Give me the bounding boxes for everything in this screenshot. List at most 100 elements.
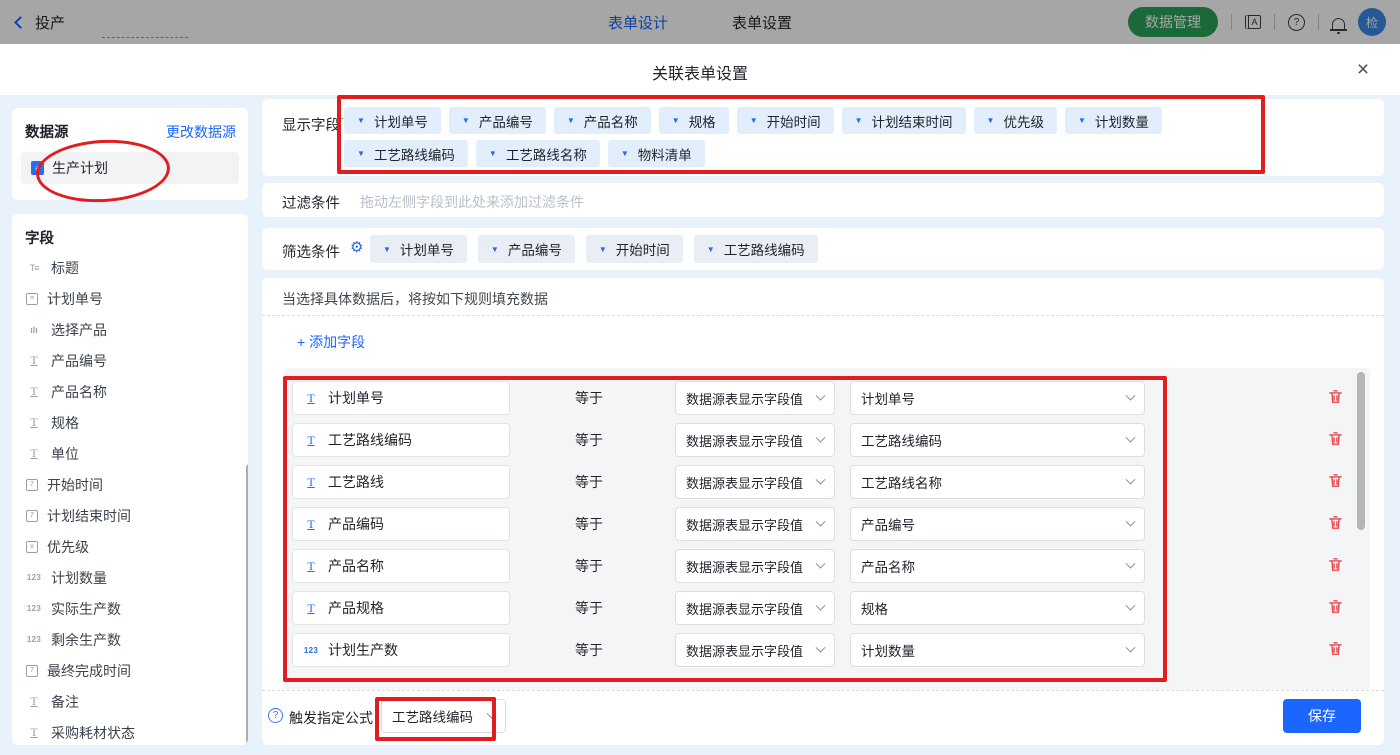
field-chip[interactable]: ▼ 计划结束时间 (841, 107, 966, 134)
field-chip[interactable]: ▼ 开始时间 (736, 107, 834, 134)
field-chip[interactable]: ▼ 计划单号 (370, 235, 467, 263)
rule-value-select[interactable]: 产品名称 (850, 549, 1145, 583)
screen-conditions-label: 筛选条件 (282, 245, 340, 261)
add-display-field-icon[interactable]: + (335, 111, 344, 129)
field-item[interactable]: T 规格 (12, 407, 248, 438)
field-chip[interactable]: ▼ 规格 (658, 107, 729, 134)
rule-source-select[interactable]: 数据源表显示字段值 (675, 381, 835, 415)
delete-rule-button[interactable] (1325, 556, 1345, 576)
delete-rule-button[interactable] (1325, 430, 1345, 450)
field-item[interactable]: 7 计划结束时间 (12, 500, 248, 531)
rule-value: 产品名称 (861, 560, 915, 575)
chip-dropdown-icon: ▼ (854, 116, 863, 125)
field-item[interactable]: T 产品名称 (12, 376, 248, 407)
trash-icon (1328, 600, 1342, 613)
field-chip[interactable]: ▼ 产品名称 (553, 107, 651, 134)
rule-value-select[interactable]: 产品编号 (850, 507, 1145, 541)
field-item[interactable]: T 单位 (12, 438, 248, 469)
field-chip[interactable]: ▼ 产品编号 (448, 107, 546, 134)
field-item-label: 计划单号 (47, 290, 103, 307)
rule-value-select[interactable]: 计划单号 (850, 381, 1145, 415)
fields-title: 字段 (25, 231, 54, 247)
rule-field-input[interactable]: T 产品编码 (292, 507, 510, 541)
add-field-link[interactable]: + 添加字段 (297, 332, 365, 352)
rule-field-input[interactable]: T 工艺路线 (292, 465, 510, 499)
trigger-formula-select[interactable]: 工艺路线编码 (381, 699, 506, 733)
field-item[interactable]: T 采购耗材状态 (12, 717, 248, 745)
rule-field-input[interactable]: T 产品规格 (292, 591, 510, 625)
field-chip[interactable]: ▼ 计划数量 (1064, 107, 1162, 134)
rules-scrollbar[interactable] (1357, 372, 1365, 530)
filter-label: 过滤条件 (282, 196, 340, 212)
field-item[interactable]: 123 剩余生产数 (12, 624, 248, 655)
field-list: T≡ 标题 ≡ 计划单号 ılı 选择产品 T 产品编号 T 产品名称 T 规格 T 单位 7 开始时间 7 计划… (12, 252, 248, 745)
field-item[interactable]: 123 实际生产数 (12, 593, 248, 624)
field-item[interactable]: T≡ 标题 (12, 252, 248, 283)
close-button[interactable]: × (1350, 57, 1376, 83)
field-chip[interactable]: ▼ 产品编号 (477, 235, 575, 263)
rule-source-select[interactable]: 数据源表显示字段值 (675, 507, 835, 541)
field-item-label: 产品名称 (51, 383, 107, 400)
date-field-icon: 7 (26, 478, 38, 491)
rule-source-select[interactable]: 数据源表显示字段值 (675, 423, 835, 457)
rule-source-select[interactable]: 数据源表显示字段值 (675, 591, 835, 625)
delete-rule-button[interactable] (1325, 598, 1345, 618)
chip-dropdown-icon: ▼ (357, 116, 365, 125)
field-item[interactable]: 7 开始时间 (12, 469, 248, 500)
rule-field-label: 产品名称 (328, 558, 384, 574)
text-field-icon: T (30, 415, 38, 429)
rule-value: 计划数量 (861, 644, 915, 659)
field-chip[interactable]: ▼ 工艺路线编码 (344, 140, 468, 167)
field-item[interactable]: T 备注 (12, 686, 248, 717)
rule-source-select[interactable]: 数据源表显示字段值 (675, 549, 835, 583)
chevron-down-icon (1125, 474, 1136, 485)
field-item-label: 采购耗材状态 (51, 724, 135, 741)
field-chip[interactable]: ▼ 开始时间 (585, 235, 683, 263)
delete-rule-button[interactable] (1325, 388, 1345, 408)
rule-value-select[interactable]: 工艺路线编码 (850, 423, 1145, 457)
title-field-icon: T≡ (29, 262, 40, 273)
field-item[interactable]: ılı 选择产品 (12, 314, 248, 345)
chevron-down-icon (1125, 558, 1136, 569)
field-chip[interactable]: ▼ 工艺路线名称 (475, 140, 600, 167)
rule-field-input[interactable]: T 工艺路线编码 (292, 423, 510, 457)
delete-rule-button[interactable] (1325, 640, 1345, 660)
rule-field-input[interactable]: T 计划单号 (292, 381, 510, 415)
field-item[interactable]: 7 最终完成时间 (12, 655, 248, 686)
rule-row: T 产品编码 等于 数据源表显示字段值 产品编号 (292, 507, 1370, 541)
rule-source-select[interactable]: 数据源表显示字段值 (675, 633, 835, 667)
text-field-icon: T (307, 558, 315, 573)
delete-rule-button[interactable] (1325, 472, 1345, 492)
rule-source-select[interactable]: 数据源表显示字段值 (675, 465, 835, 499)
save-button[interactable]: 保存 (1283, 699, 1361, 733)
field-item[interactable]: ≡ 计划单号 (12, 283, 248, 314)
number-field-icon: 123 (303, 645, 319, 655)
chip-label: 优先级 (1003, 114, 1044, 130)
fields-scrollbar[interactable] (246, 464, 248, 744)
chip-label: 工艺路线编码 (723, 243, 805, 258)
field-chip[interactable]: ▼ 工艺路线编码 (693, 235, 818, 263)
rule-field-input[interactable]: 123 计划生产数 (292, 633, 510, 667)
field-item[interactable]: 123 计划数量 (12, 562, 248, 593)
rule-row: 123 计划生产数 等于 数据源表显示字段值 计划数量 (292, 633, 1370, 667)
field-chip[interactable]: ▼ 物料清单 (607, 140, 705, 167)
rule-value-select[interactable]: 工艺路线名称 (850, 465, 1145, 499)
field-chip[interactable]: ▼ 计划单号 (344, 107, 441, 134)
gear-icon[interactable]: ⚙ (350, 240, 363, 255)
rule-value-select[interactable]: 规格 (850, 591, 1145, 625)
filter-card[interactable]: 过滤条件 拖动左侧字段到此处来添加过滤条件 (262, 183, 1384, 217)
rule-source-value: 数据源表显示字段值 (686, 643, 804, 659)
field-item[interactable]: T 产品编号 (12, 345, 248, 376)
trigger-help-icon[interactable]: ? (268, 708, 283, 723)
rule-value-select[interactable]: 计划数量 (850, 633, 1145, 667)
number-field-icon: 123 (26, 573, 42, 582)
field-chip[interactable]: ▼ 优先级 (973, 107, 1057, 134)
rules-container: T 计划单号 等于 数据源表显示字段值 计划单号 T 工艺路线编码 等于 数据源表显示字段值 工艺… (284, 368, 1370, 690)
change-datasource-link[interactable]: 更改数据源 (166, 122, 236, 142)
rule-field-input[interactable]: T 产品名称 (292, 549, 510, 583)
delete-rule-button[interactable] (1325, 514, 1345, 534)
datasource-item[interactable]: ≡ 生产计划 (21, 152, 239, 184)
rule-row: T 产品名称 等于 数据源表显示字段值 产品名称 (292, 549, 1370, 583)
text-field-icon: T (307, 390, 315, 405)
field-item[interactable]: v 优先级 (12, 531, 248, 562)
